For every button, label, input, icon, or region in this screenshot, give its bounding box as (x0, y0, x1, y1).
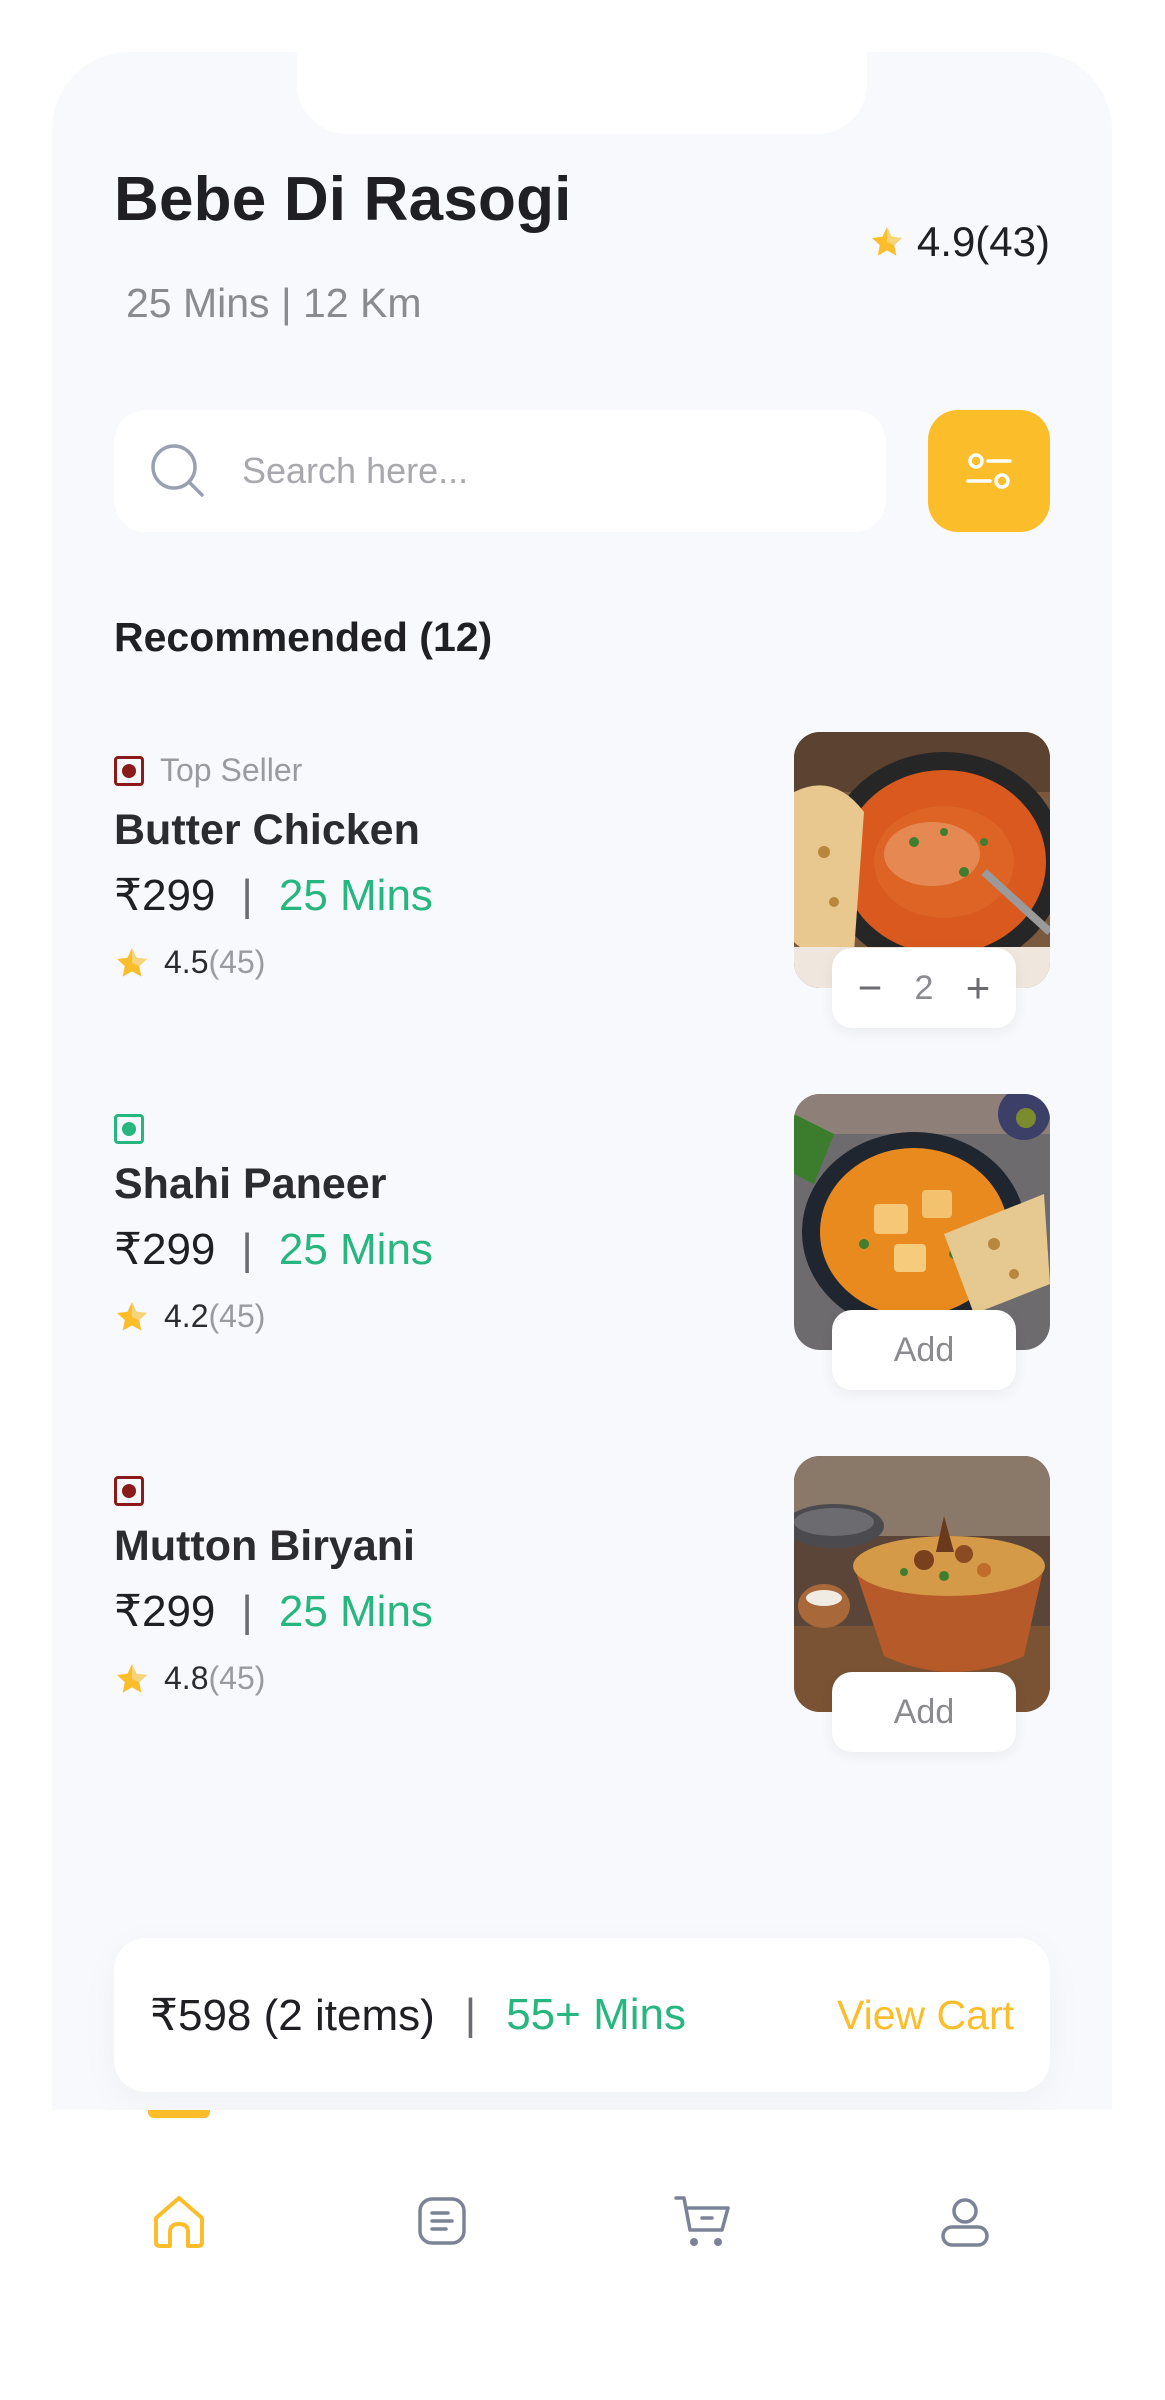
price-row: ₹299 | 25 Mins (114, 1224, 433, 1275)
cart-total: ₹598 (2 items) (150, 1990, 435, 2040)
price-row: ₹299 | 25 Mins (114, 870, 433, 921)
nav-home[interactable] (144, 2186, 214, 2256)
restaurant-title: Bebe Di Rasogi (114, 165, 572, 234)
restaurant-meta: 25 Mins | 12 Km (126, 280, 422, 326)
item-time: 25 Mins (278, 870, 433, 920)
search-icon (151, 444, 204, 497)
rating-value: 4.8 (164, 1660, 209, 1696)
price-row: ₹299 | 25 Mins (114, 1586, 433, 1637)
rating-count: (45) (208, 1298, 266, 1334)
filter-button[interactable] (928, 410, 1050, 532)
view-cart-button[interactable]: View Cart (837, 1992, 1014, 2039)
notch (297, 52, 867, 134)
filter-icon (966, 453, 1012, 489)
search-bar[interactable] (114, 410, 886, 532)
item-name: Mutton Biryani (114, 1522, 415, 1570)
increment-button[interactable]: + (960, 964, 996, 1012)
item-time: 25 Mins (278, 1586, 433, 1636)
nav-cart[interactable] (668, 2186, 738, 2256)
top-seller-tag: Top Seller (160, 752, 303, 788)
non-veg-icon (114, 756, 144, 786)
item-name: Shahi Paneer (114, 1160, 387, 1208)
star-icon (117, 947, 147, 977)
nav-menu[interactable] (407, 2186, 477, 2256)
rating-count: (45) (208, 1660, 266, 1696)
cart-icon (674, 2196, 730, 2246)
star-icon (117, 1301, 147, 1331)
rating-value: 4.2 (164, 1298, 209, 1334)
item-rating: 4.8 (45) (114, 1660, 265, 1697)
star-icon (117, 1663, 147, 1693)
restaurant-rating: 4.9(43) (869, 218, 1050, 266)
section-title: Recommended (12) (114, 614, 493, 660)
non-veg-icon (114, 1476, 144, 1506)
bottom-nav (0, 2110, 1165, 2400)
item-price: ₹299 (114, 871, 216, 920)
item-price: ₹299 (114, 1225, 216, 1274)
separator: | (464, 1990, 477, 2039)
rating-value: 4.5 (164, 944, 209, 980)
food-item[interactable]: Mutton Biryani ₹299 | 25 Mins 4.8 (45) A… (114, 1456, 1050, 1756)
food-item[interactable]: Top Seller Butter Chicken ₹299 | 25 Mins… (114, 732, 1050, 1032)
item-time: 25 Mins (278, 1224, 433, 1274)
cart-time: 55+ Mins (506, 1990, 686, 2039)
profile-icon (941, 2198, 989, 2247)
quantity-stepper[interactable]: − 2 + (832, 948, 1016, 1028)
active-tab-indicator (148, 2110, 210, 2118)
separator: | (241, 870, 253, 920)
decrement-button[interactable]: − (852, 964, 888, 1012)
rating-count: (45) (208, 944, 266, 980)
menu-icon (418, 2197, 466, 2245)
screen: Bebe Di Rasogi 25 Mins | 12 Km 4.9(43) R… (52, 52, 1112, 2162)
quantity-value: 2 (914, 968, 934, 1007)
add-button[interactable]: Add (832, 1672, 1016, 1752)
add-button[interactable]: Add (832, 1310, 1016, 1390)
nav-profile[interactable] (930, 2186, 1000, 2256)
search-input[interactable] (242, 450, 802, 492)
item-price: ₹299 (114, 1587, 216, 1636)
item-rating: 4.5 (45) (114, 944, 265, 981)
separator: | (241, 1224, 253, 1274)
restaurant-rating-value: 4.9(43) (916, 218, 1050, 265)
separator: | (241, 1586, 253, 1636)
cart-summary-bar[interactable]: ₹598 (2 items) | 55+ Mins View Cart (114, 1938, 1050, 2092)
star-icon (871, 227, 902, 256)
item-rating: 4.2 (45) (114, 1298, 265, 1335)
item-name: Butter Chicken (114, 806, 420, 854)
food-item[interactable]: Shahi Paneer ₹299 | 25 Mins 4.2 (45) Add (114, 1094, 1050, 1394)
veg-icon (114, 1114, 144, 1144)
home-icon (154, 2196, 204, 2248)
